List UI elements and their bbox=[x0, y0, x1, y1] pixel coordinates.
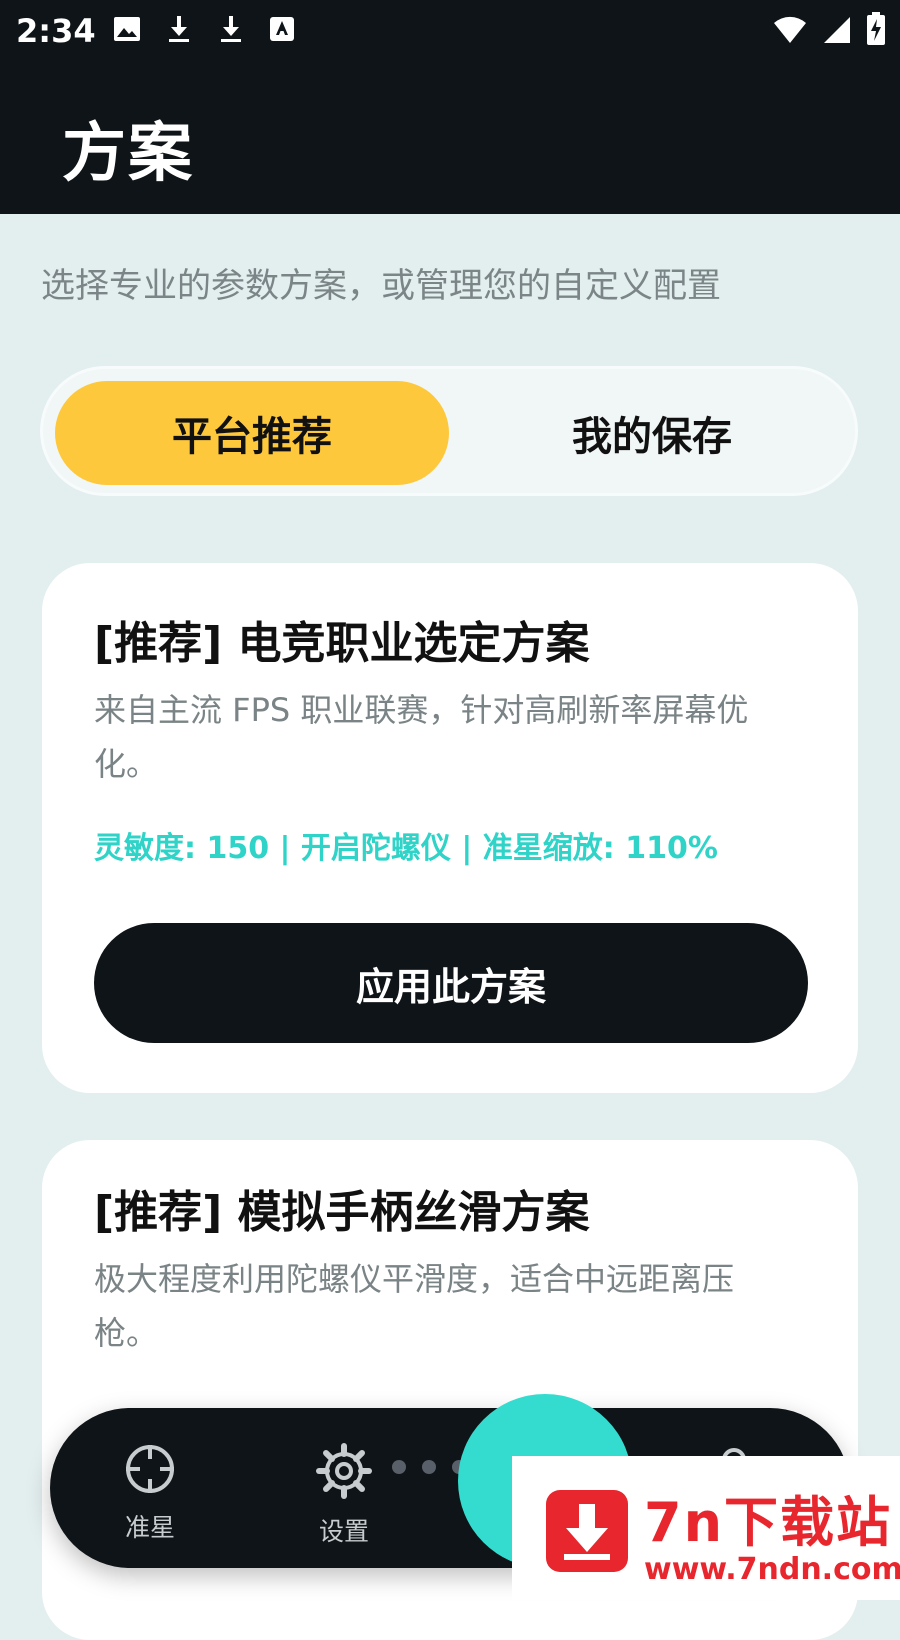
page-dot bbox=[422, 1460, 436, 1474]
tab-platform-recommended[interactable]: 平台推荐 bbox=[55, 381, 449, 485]
watermark-url: www.7ndn.com bbox=[644, 1552, 900, 1587]
signal-icon bbox=[824, 17, 850, 43]
gear-icon bbox=[316, 1443, 372, 1499]
watermark-brand: 7n下载站 bbox=[644, 1491, 893, 1554]
download-icon bbox=[169, 16, 189, 42]
image-icon bbox=[114, 17, 140, 41]
tab-switcher: 平台推荐 我的保存 bbox=[40, 366, 858, 496]
page-title: 方案 bbox=[62, 117, 194, 191]
status-bar: 2:34 bbox=[0, 0, 900, 64]
nav-item-settings[interactable]: 设置 bbox=[284, 1442, 404, 1548]
apply-preset-button[interactable]: 应用此方案 bbox=[94, 923, 808, 1043]
system-icons bbox=[772, 12, 886, 46]
wifi-icon bbox=[774, 16, 806, 43]
watermark: 7n下载站 www.7ndn.com bbox=[512, 1456, 900, 1600]
preset-title: [推荐] 模拟手柄丝滑方案 bbox=[94, 1187, 590, 1238]
preset-description: 极大程度利用陀螺仪平滑度，适合中远距离压枪。 bbox=[94, 1260, 735, 1352]
app-bar: 方案 bbox=[0, 64, 900, 214]
nav-label-settings: 设置 bbox=[318, 1517, 369, 1546]
page-dot bbox=[392, 1460, 406, 1474]
page-subtitle: 选择专业的参数方案，或管理您的自定义配置 bbox=[41, 266, 721, 306]
tab-my-saved[interactable]: 我的保存 bbox=[455, 381, 849, 485]
nav-item-crosshair[interactable]: 准星 bbox=[90, 1442, 210, 1544]
notification-icons bbox=[112, 14, 296, 44]
preset-title: [推荐] 电竞职业选定方案 bbox=[94, 618, 590, 669]
battery-charging-icon bbox=[867, 12, 885, 45]
preset-params: 灵敏度: 150 | 开启陀螺仪 | 准星缩放: 110% bbox=[94, 831, 718, 866]
crosshair-icon bbox=[126, 1445, 174, 1493]
download-logo-icon bbox=[546, 1490, 628, 1572]
preset-card: [推荐] 电竞职业选定方案 来自主流 FPS 职业联赛，针对高刷新率屏幕优化。 … bbox=[42, 563, 858, 1093]
nav-label-crosshair: 准星 bbox=[124, 1513, 175, 1542]
download-icon bbox=[221, 16, 241, 42]
preset-description: 来自主流 FPS 职业联赛，针对高刷新率屏幕优化。 bbox=[94, 691, 749, 783]
font-icon bbox=[270, 17, 294, 41]
status-time: 2:34 bbox=[16, 12, 96, 50]
